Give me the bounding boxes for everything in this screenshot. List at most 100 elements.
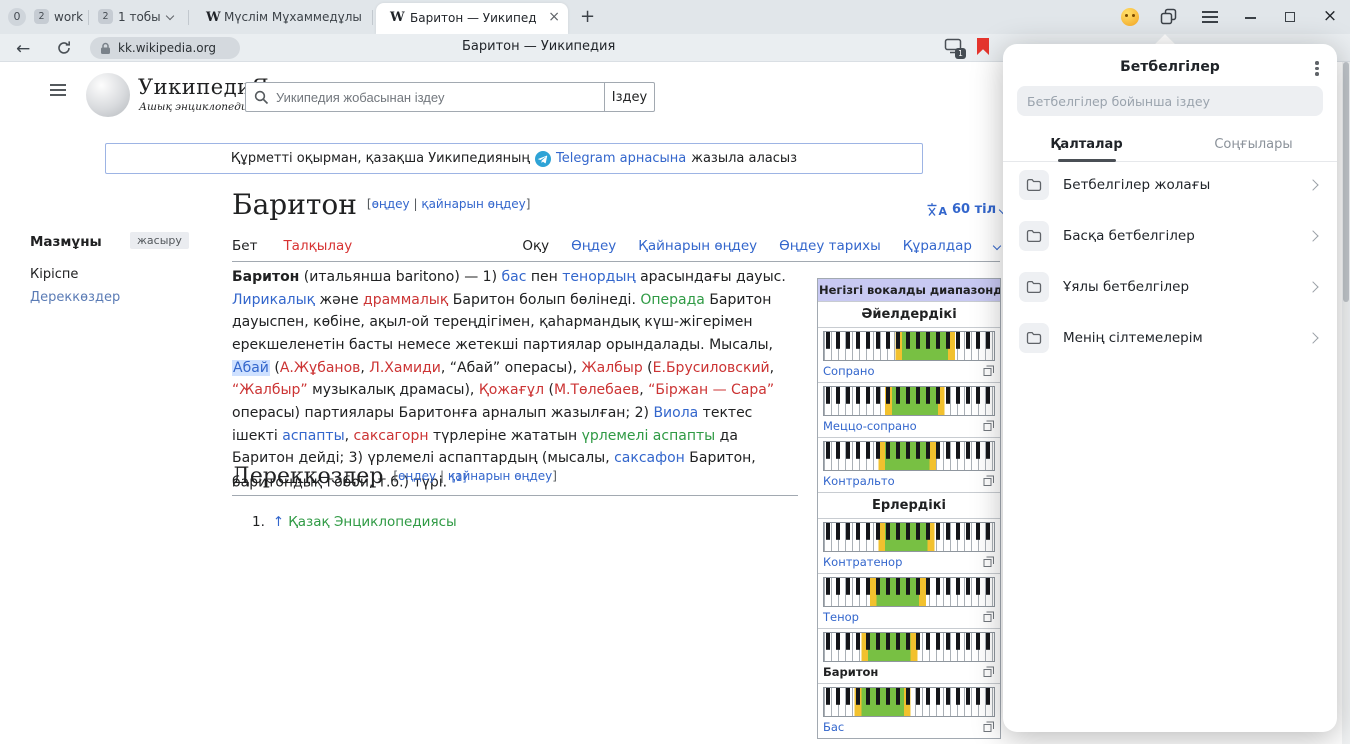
chevron-right-icon [1307, 179, 1318, 190]
address-bar[interactable]: kk.wikipedia.org [90, 37, 240, 59]
article-tabs: Бет Талқылау Оқу Өңдеу Қайнарын өңдеу Өң… [232, 234, 1000, 262]
bracket: ] [526, 197, 531, 211]
tab-title: Мүслім Мұхаммедұлы Ма [224, 10, 362, 24]
enlarge-icon[interactable] [983, 475, 995, 487]
toc-item-references[interactable]: Дереккөздер [30, 290, 120, 305]
toc-hide-button[interactable]: жасыру [130, 232, 189, 249]
reference-item: 1.↑Қазақ Энциклопедиясы [252, 514, 457, 530]
tab-tools[interactable]: Құралдар [903, 238, 972, 254]
keyboard-range-image[interactable] [823, 577, 995, 607]
window-minimize-button[interactable] [1232, 0, 1268, 34]
enlarge-icon[interactable] [983, 365, 995, 377]
backlink-arrow[interactable]: ↑ [273, 514, 284, 530]
edit-link[interactable]: өңдеу [372, 197, 410, 211]
panel-tabs: Қалталар Соңғылары [1003, 130, 1337, 162]
voice-link[interactable]: Контратенор [823, 555, 902, 569]
banner-text: жазыла аласыз [691, 151, 797, 166]
language-selector[interactable]: A 60 тіл [926, 202, 1006, 217]
url-text: kk.wikipedia.org [118, 41, 216, 55]
keyboard-range-image[interactable] [823, 632, 995, 662]
refresh-icon[interactable] [56, 40, 72, 56]
folder-label: Бетбелгілер жолағы [1063, 177, 1210, 193]
back-button[interactable]: ← [16, 38, 30, 60]
voice-link[interactable]: Тенор [823, 610, 859, 624]
tab-close-icon[interactable]: × [548, 9, 560, 25]
reference-link[interactable]: Қазақ Энциклопедиясы [288, 514, 456, 530]
new-tab-button[interactable]: + [580, 5, 595, 29]
chevron-down-icon[interactable] [166, 12, 174, 20]
folder-icon [1019, 170, 1049, 200]
references-section-heading: Дереккөздер[өңдеу | қайнарын өңдеу] [232, 464, 798, 496]
kebab-menu-icon[interactable] [1315, 59, 1319, 78]
wiki-search-button[interactable]: Іздеу [605, 82, 655, 112]
browser-tab-bariton-active[interactable]: W Баритон — Уикипедия × [376, 3, 568, 34]
keyboard-range-image[interactable] [823, 331, 995, 361]
article-title: Баритон[өңдеу | қайнарын өңдеу] [232, 188, 530, 221]
edit-source-link[interactable]: қайнарын өңдеу [448, 469, 552, 483]
toc-item-intro[interactable]: Кіріспе [30, 267, 78, 282]
voice-link[interactable]: Сопрано [823, 364, 875, 378]
chevron-down-icon [993, 242, 1001, 250]
tab-group-1-toby[interactable]: 1 тобы [118, 9, 161, 25]
window-maximize-button[interactable] [1272, 0, 1308, 34]
enlarge-icon[interactable] [983, 666, 995, 678]
folder-item-other-bookmarks[interactable]: Басқа бетбелгілер [1003, 211, 1337, 262]
keyboard-range-image[interactable] [823, 441, 995, 471]
tab-group-badge: 2 [98, 9, 113, 24]
telegram-link[interactable]: Telegram арнасына [556, 151, 686, 166]
scrollbar-thumb[interactable] [1343, 62, 1349, 302]
tab-counter-badge[interactable]: 0 [8, 8, 26, 26]
tab-group-work[interactable]: work [54, 9, 83, 25]
enlarge-icon[interactable] [983, 420, 995, 432]
window-close-button[interactable]: × [1312, 0, 1348, 34]
infobox-section-women: Әйелдердікі [818, 301, 1000, 327]
folder-item-my-links[interactable]: Менің сілтемелерім [1003, 313, 1337, 364]
page-scrollbar[interactable] [1342, 62, 1350, 744]
enlarge-icon[interactable] [983, 721, 995, 733]
wiki-search-box[interactable] [245, 82, 605, 112]
folder-icon [1019, 221, 1049, 251]
tab-edit-source[interactable]: Қайнарын өңдеу [638, 238, 757, 254]
pipe: | [440, 469, 444, 483]
telegram-icon [535, 151, 551, 167]
keyboard-range-image[interactable] [823, 687, 995, 717]
section-title: Дереккөздер [232, 464, 383, 489]
chevron-right-icon [1307, 281, 1318, 292]
tab-page[interactable]: Бет [232, 238, 257, 254]
tab-edit[interactable]: Өңдеу [571, 238, 616, 254]
wikipedia-favicon: W [206, 10, 221, 25]
bracket: ] [552, 469, 557, 483]
wiki-search-input[interactable] [276, 83, 596, 111]
enlarge-icon[interactable] [983, 556, 995, 568]
browser-tab-bar: 0 2 work 2 1 тобы W Мүслім Мұхаммедұлы М… [0, 0, 1350, 34]
tab-talk[interactable]: Талқылау [283, 238, 352, 254]
bookmarks-search-input[interactable] [1017, 86, 1323, 116]
promo-smiley-icon[interactable] [1121, 8, 1139, 26]
screen-share-icon[interactable]: 1 [944, 38, 962, 56]
folder-item-bookmarks-bar[interactable]: Бетбелгілер жолағы [1003, 160, 1337, 211]
browser-tab-muslim[interactable]: W Мүслім Мұхаммедұлы Ма [198, 5, 370, 31]
folder-item-mobile-bookmarks[interactable]: Ұялы бетбелгілер [1003, 262, 1337, 313]
edit-source-link[interactable]: қайнарын өңдеу [421, 197, 525, 211]
tab-separator [188, 10, 189, 25]
tab-recent[interactable]: Соңғылары [1170, 130, 1337, 161]
voice-link[interactable]: Контральто [823, 474, 895, 488]
bookmarks-search[interactable] [1017, 86, 1323, 116]
edit-link[interactable]: өңдеу [398, 469, 436, 483]
browser-menu-icon[interactable] [1202, 11, 1218, 23]
keyboard-range-image[interactable] [823, 386, 995, 416]
toolbar-page-title: Баритон — Уикипедия [462, 39, 615, 54]
keyboard-range-image[interactable] [823, 522, 995, 552]
enlarge-icon[interactable] [983, 611, 995, 623]
voice-link[interactable]: Бас [823, 720, 844, 734]
tab-folders[interactable]: Қалталар [1003, 130, 1170, 161]
wikipedia-logo[interactable] [86, 73, 130, 117]
voice-link[interactable]: Меццо-сопрано [823, 419, 917, 433]
tab-read[interactable]: Оқу [522, 238, 549, 254]
wiki-menu-icon[interactable] [50, 84, 68, 96]
collections-panel-icon[interactable] [1160, 8, 1178, 26]
bookmarks-panel: Бетбелгілер Қалталар Соңғылары Бетбелгіл… [1003, 44, 1337, 732]
infobox-row-baritone: Баритон [818, 628, 1000, 683]
badge: 1 [955, 48, 966, 59]
tab-history[interactable]: Өңдеу тарихы [779, 238, 881, 254]
